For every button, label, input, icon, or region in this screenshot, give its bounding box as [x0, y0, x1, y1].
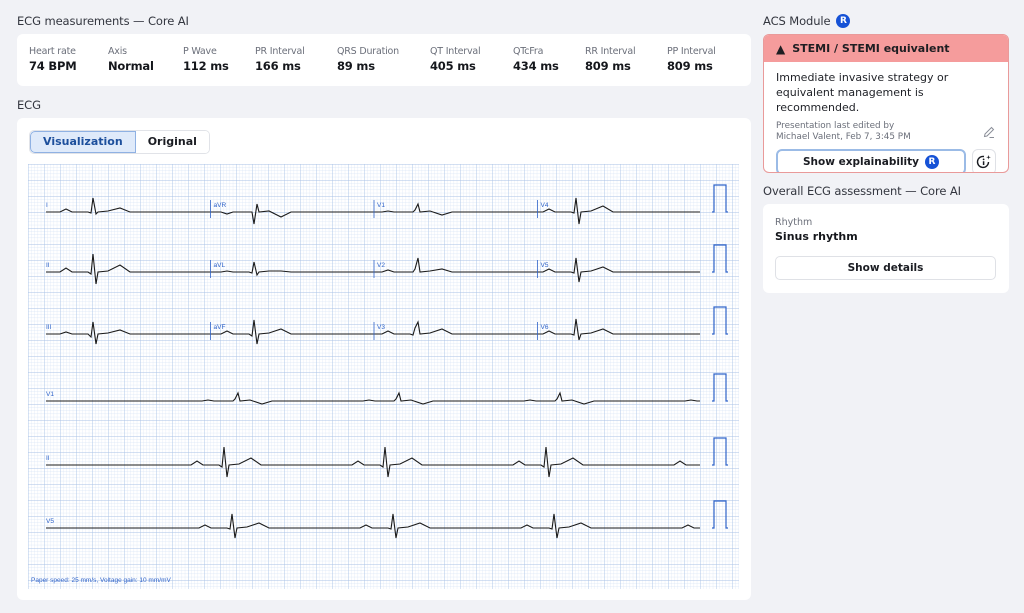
acs-title: ACS Module R	[763, 14, 851, 28]
measurement-label: Heart rate	[29, 46, 76, 57]
measurement-label: PR Interval	[255, 46, 305, 57]
rhythm-label: Rhythm	[775, 217, 813, 228]
r-badge-icon: R	[836, 14, 851, 28]
acs-alert-header: ▲ STEMI / STEMI equivalent	[764, 35, 1008, 62]
warning-icon: ▲	[776, 41, 786, 56]
measurement-label: QTcFra	[513, 46, 544, 57]
lead-label: II	[46, 262, 50, 269]
show-explainability-button[interactable]: Show explainability R	[776, 149, 966, 172]
lead-label: V2	[377, 262, 385, 269]
acs-edit-meta: Presentation last edited by Michael Vale…	[776, 121, 996, 143]
measurement-value: 166 ms	[255, 59, 301, 73]
lead-label: V1	[377, 202, 385, 209]
lead-label: aVL	[214, 262, 226, 269]
ecg-tracing: IaVR V1 V4 II aVL V2 V5 III aVF V3 V6 V1 II V5 Paper …	[28, 164, 739, 589]
lead-label: III	[46, 324, 52, 331]
measurement-value: 74 BPM	[29, 59, 77, 73]
acs-title-text: ACS Module	[763, 14, 831, 28]
assessment-card: Rhythm Sinus rhythm Show details	[763, 204, 1009, 293]
acs-meta-line1: Presentation last edited by	[776, 121, 895, 131]
measurement-value: 809 ms	[585, 59, 631, 73]
measurement-p-wave: P Wave 112 ms	[183, 46, 229, 73]
assessment-title: Overall ECG assessment — Core AI	[763, 184, 961, 198]
lead-label: V5	[541, 262, 549, 269]
ecg-grid	[28, 164, 739, 589]
rhythm-value: Sinus rhythm	[775, 230, 858, 243]
measurement-label: RR Interval	[585, 46, 636, 57]
tab-original[interactable]: Original	[135, 131, 209, 153]
measurement-label: QT Interval	[430, 46, 481, 57]
show-explainability-label: Show explainability	[802, 156, 920, 168]
measurement-value: 112 ms	[183, 59, 229, 73]
measurement-heart-rate: Heart rate 74 BPM	[29, 46, 77, 73]
lead-label: V1	[46, 391, 54, 398]
measurements-card: Heart rate 74 BPM Axis Normal P Wave 112 ms…	[17, 34, 751, 86]
acs-meta-line2: Michael Valent, Feb 7, 3:45 PM	[776, 132, 911, 142]
measurements-title: ECG measurements — Core AI	[17, 14, 189, 28]
lead-label: V6	[541, 324, 549, 331]
ecg-card: Visualization Original IaVR V1 V4 II aVL V2 V5…	[17, 118, 751, 600]
measurement-pp-interval: PP Interval 809 ms	[667, 46, 716, 73]
lead-label: V3	[377, 324, 385, 331]
measurement-label: QRS Duration	[337, 46, 399, 57]
lead-label: II	[46, 455, 50, 462]
view-toggle: Visualization Original	[29, 130, 210, 154]
lead-label: aVR	[214, 202, 227, 209]
measurement-value: 434 ms	[513, 59, 559, 73]
pencil-icon[interactable]	[982, 125, 996, 139]
acs-alert-title: STEMI / STEMI equivalent	[792, 42, 950, 55]
r-badge-icon: R	[925, 155, 940, 169]
show-details-button[interactable]: Show details	[775, 256, 996, 280]
ecg-footer: Paper speed: 25 mm/s, Voltage gain: 10 m…	[31, 577, 171, 584]
info-sparkle-button[interactable]	[972, 149, 996, 172]
lead-label: aVF	[214, 324, 226, 331]
measurement-value: 405 ms	[430, 59, 476, 73]
lead-label: I	[46, 202, 48, 209]
acs-recommendation: Immediate invasive strategy or equivalen…	[776, 71, 949, 114]
measurement-axis: Axis Normal	[108, 46, 154, 73]
measurement-pr-interval: PR Interval 166 ms	[255, 46, 305, 73]
measurement-label: PP Interval	[667, 46, 716, 57]
ecg-paper: IaVR V1 V4 II aVL V2 V5 III aVF V3 V6 V1 II V5 Paper …	[28, 164, 739, 589]
tab-visualization[interactable]: Visualization	[30, 131, 136, 153]
ecg-title: ECG	[17, 98, 41, 112]
acs-alert-card: ▲ STEMI / STEMI equivalent Immediate inv…	[763, 34, 1009, 173]
measurement-label: Axis	[108, 46, 127, 57]
measurement-rr-interval: RR Interval 809 ms	[585, 46, 636, 73]
lead-label: V5	[46, 518, 54, 525]
measurement-qtcfra: QTcFra 434 ms	[513, 46, 559, 73]
measurement-qt-interval: QT Interval 405 ms	[430, 46, 481, 73]
measurement-value: Normal	[108, 59, 154, 73]
lead-label: V4	[541, 202, 549, 209]
measurement-value: 809 ms	[667, 59, 713, 73]
info-sparkle-icon	[976, 155, 991, 169]
measurement-label: P Wave	[183, 46, 217, 57]
measurement-value: 89 ms	[337, 59, 375, 73]
measurement-qrs-duration: QRS Duration 89 ms	[337, 46, 399, 73]
